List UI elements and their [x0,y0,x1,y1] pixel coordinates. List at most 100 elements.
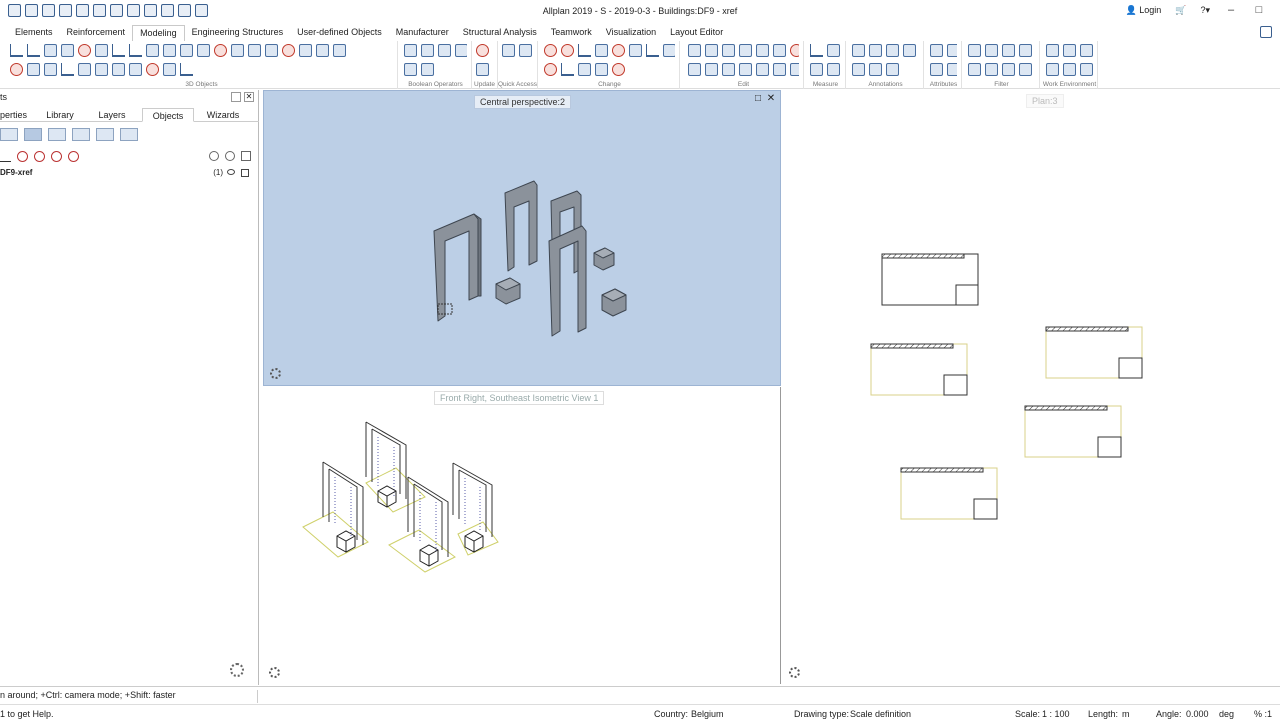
tag-view-icon[interactable] [120,128,138,141]
collapse-icon[interactable] [0,151,11,162]
filter-type-icon[interactable] [985,63,998,76]
close-view-button[interactable]: ✕ [766,94,776,104]
chamfer-body-icon[interactable] [299,44,312,57]
layer-view-icon[interactable] [48,128,66,141]
tab-modeling[interactable]: Modeling [132,25,185,41]
modify-icon[interactable] [544,44,557,57]
gear-icon[interactable] [230,663,244,677]
cone-icon[interactable] [61,44,74,57]
filter-layer-icon[interactable] [968,63,981,76]
axis-icon[interactable] [61,63,74,76]
dimension-icon[interactable] [869,44,882,57]
grid-icon[interactable] [1063,44,1076,57]
section-icon[interactable] [421,63,434,76]
trim-icon[interactable] [561,44,574,57]
link-body-icon[interactable] [129,63,142,76]
select-header-icon[interactable] [241,151,251,161]
offset-body-icon[interactable] [163,63,176,76]
tab-visualization[interactable]: Visualization [599,25,663,41]
maximize-button[interactable]: □ [1252,4,1266,16]
helix-icon[interactable] [27,63,40,76]
zoom-icon[interactable] [209,151,219,161]
measure-length-icon[interactable] [810,44,823,57]
sphere-icon[interactable] [78,44,91,57]
panel-close-icon[interactable]: ✕ [244,92,254,102]
percent-value[interactable]: % :1 [1254,709,1272,719]
plan-view-label[interactable]: Plan:3 [1026,94,1064,108]
length-value[interactable]: m [1122,709,1130,719]
explode-icon[interactable] [790,63,799,76]
cart-icon[interactable]: 🛒 [1175,5,1186,16]
edge-icon[interactable] [180,63,193,76]
wave-icon[interactable] [646,44,659,57]
structure-view-icon[interactable] [0,128,18,141]
text-icon[interactable] [852,44,865,57]
isometric-viewport[interactable]: Front Right, Southeast Isometric View 1 [263,387,781,684]
revolve-icon[interactable] [146,63,159,76]
break-icon[interactable] [612,44,625,57]
tab-library[interactable]: Library [38,108,82,122]
pyramid-icon[interactable] [95,44,108,57]
numbering-icon[interactable] [852,63,865,76]
plan-navigation-icon[interactable] [789,667,800,678]
shell-icon[interactable] [265,44,278,57]
distort-icon[interactable] [722,63,735,76]
filter-view-icon[interactable] [96,128,114,141]
mirror-icon[interactable] [739,44,752,57]
extend-icon[interactable] [629,44,642,57]
tab-manufacturer[interactable]: Manufacturer [389,25,456,41]
panel-pin-icon[interactable] [231,92,241,102]
align-icon[interactable] [705,63,718,76]
torus-icon[interactable] [214,44,227,57]
spline-3d-icon[interactable] [44,63,57,76]
tab-elements[interactable]: Elements [8,25,60,41]
isometric-view-label[interactable]: Front Right, Southeast Isometric View 1 [434,391,605,405]
union-icon[interactable] [404,44,417,57]
grid-view-icon[interactable] [72,128,90,141]
tab-objects[interactable]: Objects [142,108,194,122]
filter-group-icon[interactable] [1002,63,1015,76]
visibility-header-icon[interactable] [225,151,235,161]
line-3d-icon[interactable] [10,44,23,57]
tab-user-defined-objects[interactable]: User-defined Objects [290,25,389,41]
tab-structural-analysis[interactable]: Structural Analysis [456,25,544,41]
sweep-icon[interactable] [180,44,193,57]
measure-volume-icon[interactable] [827,63,840,76]
restore-view-button[interactable]: □ [753,94,763,104]
wedge-icon[interactable] [231,44,244,57]
list-item[interactable]: DF9-xref (1) [0,168,255,180]
separate-icon[interactable] [112,63,125,76]
minimize-button[interactable]: – [1224,4,1238,16]
pen-icon[interactable] [544,63,557,76]
quick-layer-icon[interactable] [519,44,532,57]
subtract-icon[interactable] [421,44,434,57]
prism-icon[interactable] [248,44,261,57]
convert-elem-icon[interactable] [595,63,608,76]
polyline-3d-icon[interactable] [27,44,40,57]
label-icon[interactable] [886,44,899,57]
copy-along-icon[interactable] [688,63,701,76]
scale-icon[interactable] [756,44,769,57]
mirror-copy-icon[interactable] [773,63,786,76]
project-icon[interactable] [739,63,752,76]
stair-body-icon[interactable] [78,63,91,76]
stretch-icon[interactable] [595,44,608,57]
refresh-icon[interactable] [51,151,62,162]
split-icon[interactable] [455,44,467,57]
filter-line-icon[interactable] [1002,44,1015,57]
column-icon[interactable] [112,44,125,57]
attribute-copy-icon[interactable] [947,44,957,57]
attribute-delete-icon[interactable] [947,63,957,76]
tab-engineering-structures[interactable]: Engineering Structures [185,25,291,41]
loft-icon[interactable] [163,44,176,57]
tab-layers[interactable]: Layers [82,108,142,122]
tab-properties[interactable]: perties [0,108,38,122]
restrict-icon[interactable] [1063,63,1076,76]
rotate-icon[interactable] [722,44,735,57]
plan-viewport[interactable]: Plan:3 [783,90,1280,684]
attribute-modify-icon[interactable] [930,63,943,76]
text-edit-icon[interactable] [756,63,769,76]
minus-icon[interactable] [404,63,417,76]
arc-3d-icon[interactable] [10,63,23,76]
update-all-icon[interactable] [476,63,489,76]
